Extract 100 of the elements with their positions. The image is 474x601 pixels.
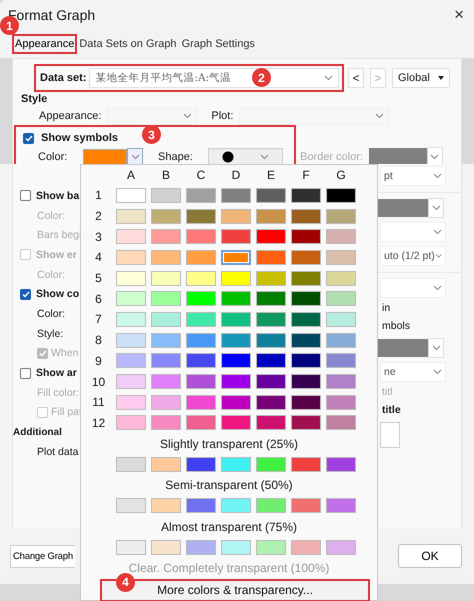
- color-swatch[interactable]: [221, 229, 251, 244]
- color-swatch[interactable]: [116, 188, 146, 203]
- previous-button[interactable]: <: [348, 68, 364, 88]
- color-swatch[interactable]: [326, 312, 356, 327]
- color-swatch[interactable]: [186, 332, 216, 348]
- color-swatch[interactable]: [326, 270, 356, 286]
- ok-button[interactable]: OK: [398, 544, 462, 568]
- color-swatch[interactable]: [186, 250, 216, 265]
- color-swatch[interactable]: [256, 188, 286, 203]
- color-swatch[interactable]: [151, 250, 181, 265]
- checkbox[interactable]: [23, 132, 34, 144]
- color-swatch[interactable]: [256, 332, 286, 348]
- color-swatch[interactable]: [326, 415, 356, 430]
- color-swatch[interactable]: [220, 456, 250, 472]
- color-swatch[interactable]: [256, 394, 286, 410]
- color-dropdown[interactable]: [83, 148, 143, 166]
- color-swatch[interactable]: [221, 312, 251, 327]
- color-swatch[interactable]: [256, 291, 286, 306]
- change-graph-button[interactable]: Change Graph: [10, 544, 75, 568]
- color-swatch[interactable]: [326, 291, 356, 306]
- color-swatch[interactable]: [291, 394, 321, 410]
- dropdown-field[interactable]: ne: [380, 362, 446, 382]
- color-swatch[interactable]: [326, 498, 356, 514]
- checkbox[interactable]: [20, 368, 31, 379]
- color-swatch[interactable]: [186, 456, 216, 472]
- color-swatch[interactable]: [256, 498, 286, 514]
- color-swatch[interactable]: [221, 208, 251, 224]
- color-swatch[interactable]: [290, 498, 320, 514]
- color-swatch[interactable]: [291, 270, 321, 286]
- checkbox[interactable]: [20, 288, 31, 300]
- color-swatch[interactable]: [256, 540, 286, 555]
- color-swatch[interactable]: [186, 188, 216, 203]
- color-swatch[interactable]: [186, 270, 216, 286]
- color-swatch[interactable]: [221, 394, 251, 410]
- color-swatch[interactable]: [291, 250, 321, 265]
- color-swatch[interactable]: [256, 415, 286, 430]
- color-swatch[interactable]: [116, 250, 146, 265]
- color-swatch[interactable]: [116, 312, 146, 327]
- color-swatch[interactable]: [186, 312, 216, 327]
- color-swatch[interactable]: [151, 374, 181, 390]
- color-swatch[interactable]: [116, 394, 146, 410]
- color-swatch[interactable]: [116, 456, 146, 472]
- color-swatch[interactable]: [116, 498, 146, 514]
- color-swatch[interactable]: [116, 291, 146, 306]
- color-swatch[interactable]: [186, 353, 216, 368]
- color-swatch[interactable]: [186, 208, 216, 224]
- color-swatch[interactable]: [150, 498, 180, 514]
- color-swatch[interactable]: [256, 250, 286, 265]
- color-swatch[interactable]: [221, 270, 251, 286]
- color-swatch[interactable]: [326, 374, 356, 390]
- color-dropdown[interactable]: [378, 338, 444, 358]
- color-swatch[interactable]: [186, 394, 216, 410]
- color-swatch[interactable]: [186, 229, 216, 244]
- color-swatch[interactable]: [256, 270, 286, 286]
- color-swatch[interactable]: [291, 353, 321, 368]
- color-swatch[interactable]: [116, 332, 146, 348]
- color-swatch[interactable]: [221, 415, 251, 430]
- color-swatch[interactable]: [221, 374, 251, 390]
- color-swatch[interactable]: [151, 353, 181, 368]
- color-swatch[interactable]: [326, 208, 356, 224]
- color-swatch[interactable]: [116, 270, 146, 286]
- color-swatch[interactable]: [116, 229, 146, 244]
- dropdown-field[interactable]: uto (1/2 pt): [380, 246, 446, 266]
- color-swatch[interactable]: [326, 540, 356, 555]
- color-swatch[interactable]: [151, 332, 181, 348]
- color-swatch[interactable]: [186, 291, 216, 306]
- scope-dropdown[interactable]: Global: [392, 68, 450, 88]
- color-swatch[interactable]: [291, 312, 321, 327]
- color-swatch[interactable]: [116, 540, 146, 555]
- color-swatch[interactable]: [291, 188, 321, 203]
- color-swatch[interactable]: [256, 312, 286, 327]
- color-swatch[interactable]: [291, 291, 321, 306]
- color-swatch[interactable]: [221, 291, 251, 306]
- checkbox[interactable]: [20, 190, 31, 202]
- color-swatch[interactable]: [220, 540, 250, 555]
- tab[interactable]: Data Sets on Graph: [78, 36, 178, 52]
- color-swatch[interactable]: [256, 353, 286, 368]
- color-swatch[interactable]: [116, 374, 146, 390]
- color-swatch[interactable]: [221, 332, 251, 348]
- color-swatch[interactable]: [326, 456, 356, 472]
- color-swatch[interactable]: [116, 415, 146, 430]
- color-swatch[interactable]: [151, 312, 181, 327]
- color-swatch[interactable]: [186, 415, 216, 430]
- color-swatch[interactable]: [186, 540, 216, 555]
- color-swatch[interactable]: [150, 540, 180, 555]
- color-swatch[interactable]: [291, 415, 321, 430]
- color-swatch[interactable]: [221, 353, 251, 368]
- color-swatch[interactable]: [326, 332, 356, 348]
- color-swatch[interactable]: [291, 332, 321, 348]
- color-swatch[interactable]: [151, 270, 181, 286]
- color-swatch[interactable]: [151, 394, 181, 410]
- color-swatch[interactable]: [291, 374, 321, 390]
- color-swatch[interactable]: [221, 250, 251, 265]
- dropdown-field[interactable]: [380, 222, 446, 242]
- color-swatch[interactable]: [256, 208, 286, 224]
- color-swatch[interactable]: [221, 188, 251, 203]
- tab[interactable]: Graph Settings: [180, 36, 256, 52]
- color-swatch[interactable]: [220, 498, 250, 514]
- color-swatch[interactable]: [150, 456, 180, 472]
- color-swatch[interactable]: [151, 229, 181, 244]
